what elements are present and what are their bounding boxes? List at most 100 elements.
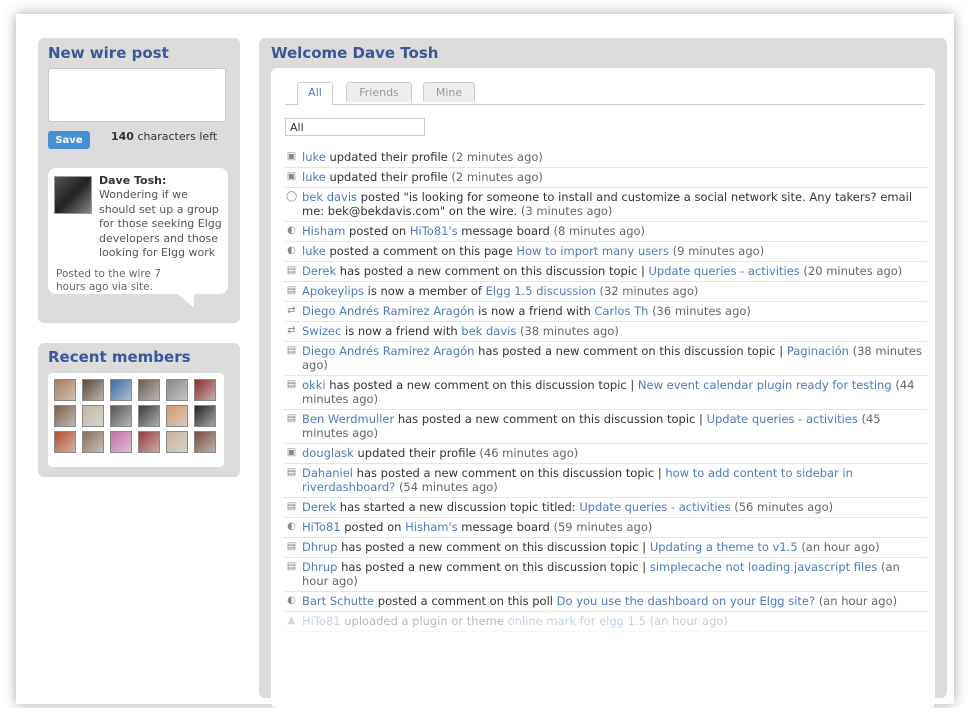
activity-content: All Friends Mine ▣ luke updated their pro… xyxy=(271,68,935,708)
member-avatar[interactable] xyxy=(138,405,160,427)
member-avatar[interactable] xyxy=(194,431,216,453)
activity-link[interactable]: douglask xyxy=(302,446,354,460)
activity-filter-select[interactable] xyxy=(285,118,425,136)
activity-link[interactable]: Swizec xyxy=(302,324,341,338)
activity-link[interactable]: Hisham xyxy=(302,224,345,238)
activity-link[interactable]: New event calendar plugin ready for test… xyxy=(638,378,892,392)
activity-link[interactable]: Bart Schutte xyxy=(302,594,374,608)
activity-item: ▤ okki has posted a new comment on this d… xyxy=(283,376,927,410)
activity-text: updated their profile xyxy=(325,170,452,184)
avatar[interactable] xyxy=(54,176,92,214)
activity-timestamp: (an hour ago) xyxy=(649,614,728,628)
member-avatar[interactable] xyxy=(166,431,188,453)
speech-bubble-tail xyxy=(178,294,194,308)
wire-post-meta: Posted to the wire 7 hours ago via site. xyxy=(56,268,161,293)
activity-text: has posted a new comment on this discuss… xyxy=(353,466,666,480)
activity-link[interactable]: bek davis xyxy=(302,190,357,204)
activity-link[interactable]: Apokeylips xyxy=(302,284,364,298)
activity-link[interactable]: Diego Andrés Ramírez Aragón xyxy=(302,304,474,318)
activity-item: ▣ luke updated their profile (2 minutes a… xyxy=(283,168,927,188)
activity-link[interactable]: Do you use the dashboard on your Elgg si… xyxy=(557,594,815,608)
activity-tabs: All Friends Mine xyxy=(285,82,925,105)
recent-members-panel: Recent members xyxy=(38,343,240,477)
activity-timestamp: (32 minutes ago) xyxy=(599,284,699,298)
member-avatar[interactable] xyxy=(54,379,76,401)
activity-link[interactable]: Ben Werdmuller xyxy=(302,412,394,426)
activity-link[interactable]: luke xyxy=(302,170,326,184)
activity-link[interactable]: Update queries - activities xyxy=(707,412,858,426)
member-avatar[interactable] xyxy=(194,379,216,401)
activity-link[interactable]: HiTo81 xyxy=(302,520,341,534)
activity-link[interactable]: luke xyxy=(302,244,326,258)
activity-text: is now a friend with xyxy=(341,324,462,338)
activity-text: has posted a new comment on this discuss… xyxy=(337,540,650,554)
activity-item: ▤ Dhrup has posted a new comment on this … xyxy=(283,538,927,558)
activity-text: has posted a new comment on this discuss… xyxy=(336,264,649,278)
member-avatar[interactable] xyxy=(138,431,160,453)
member-avatar[interactable] xyxy=(54,405,76,427)
activity-link[interactable]: How to import many users xyxy=(516,244,669,258)
activity-link[interactable]: Update queries - activities xyxy=(579,500,730,514)
member-avatar[interactable] xyxy=(82,405,104,427)
activity-item: ▤ Dhrup has posted a new comment on this … xyxy=(283,558,927,592)
member-avatar[interactable] xyxy=(82,431,104,453)
member-avatar[interactable] xyxy=(110,431,132,453)
comment-icon: ◐ xyxy=(287,225,296,236)
member-avatar[interactable] xyxy=(110,405,132,427)
tab-all[interactable]: All xyxy=(297,82,333,105)
activity-timestamp: (an hour ago) xyxy=(818,594,898,608)
activity-link[interactable]: Updating a theme to v1.5 xyxy=(650,540,798,554)
activity-item: ▤ Dahaniel has posted a new comment on th… xyxy=(283,464,927,498)
activity-link[interactable]: Hisham's xyxy=(405,520,458,534)
tab-mine[interactable]: Mine xyxy=(423,82,475,102)
discussion-icon: ▤ xyxy=(286,413,297,424)
activity-link[interactable]: Update queries - activities xyxy=(649,264,800,278)
activity-link[interactable]: Dahaniel xyxy=(302,466,353,480)
activity-link[interactable]: Derek xyxy=(302,264,336,278)
activity-link[interactable]: Dhrup xyxy=(302,540,337,554)
activity-feed: ▣ luke updated their profile (2 minutes a… xyxy=(283,148,927,632)
activity-link[interactable]: simplecache not loading javascript files xyxy=(650,560,877,574)
recent-members-title: Recent members xyxy=(48,348,191,366)
activity-link[interactable]: luke xyxy=(302,150,326,164)
activity-link[interactable]: HiTo81's xyxy=(410,224,458,238)
member-avatar[interactable] xyxy=(138,379,160,401)
char-count-label: characters left xyxy=(137,130,218,143)
member-avatar[interactable] xyxy=(110,379,132,401)
activity-link[interactable]: Paginación xyxy=(787,344,849,358)
activity-item: ◐ Hisham posted on HiTo81's message board… xyxy=(283,222,927,242)
activity-link[interactable]: bek davis xyxy=(461,324,516,338)
activity-timestamp: (an hour ago) xyxy=(801,540,880,554)
activity-item: ⇄ Diego Andrés Ramírez Aragón is now a fr… xyxy=(283,302,927,322)
activity-link[interactable]: okki xyxy=(302,378,326,392)
comment-icon: ◐ xyxy=(287,245,296,256)
save-button[interactable]: Save xyxy=(48,131,90,149)
activity-link[interactable]: Derek xyxy=(302,500,336,514)
activity-text: posted a comment on this page xyxy=(325,244,517,258)
activity-link[interactable]: Elgg 1.5 discussion xyxy=(486,284,596,298)
profile-icon: ▣ xyxy=(286,447,297,458)
plugin-icon: ▲ xyxy=(287,615,296,626)
discussion-icon: ▤ xyxy=(286,379,297,390)
activity-timestamp: (56 minutes ago) xyxy=(734,500,834,514)
activity-link[interactable]: HiTo81 xyxy=(302,614,341,628)
wire-post-title: New wire post xyxy=(48,44,169,62)
tab-friends[interactable]: Friends xyxy=(346,82,412,102)
activity-item: ▲ HiTo81 uploaded a plugin or theme onlin… xyxy=(283,612,927,632)
activity-item: ▤ Ben Werdmuller has posted a new comment… xyxy=(283,410,927,444)
member-avatar[interactable] xyxy=(194,405,216,427)
member-avatar[interactable] xyxy=(54,431,76,453)
activity-link[interactable]: Dhrup xyxy=(302,560,337,574)
member-avatar[interactable] xyxy=(166,405,188,427)
wire-post-input[interactable] xyxy=(48,68,226,122)
latest-wire-post: Dave Tosh: Wondering if we should set up… xyxy=(48,168,228,294)
wire-post-author[interactable]: Dave Tosh: xyxy=(99,174,166,187)
member-avatar[interactable] xyxy=(166,379,188,401)
activity-item: ▣ luke updated their profile (2 minutes a… xyxy=(283,148,927,168)
page-title: Welcome Dave Tosh xyxy=(271,44,439,62)
activity-link[interactable]: Carlos Th xyxy=(594,304,648,318)
member-avatar[interactable] xyxy=(82,379,104,401)
friend-icon: ⇄ xyxy=(287,325,296,336)
activity-link[interactable]: Diego Andrés Ramírez Aragón xyxy=(302,344,474,358)
activity-link[interactable]: online mark for elgg 1.5 xyxy=(508,614,646,628)
